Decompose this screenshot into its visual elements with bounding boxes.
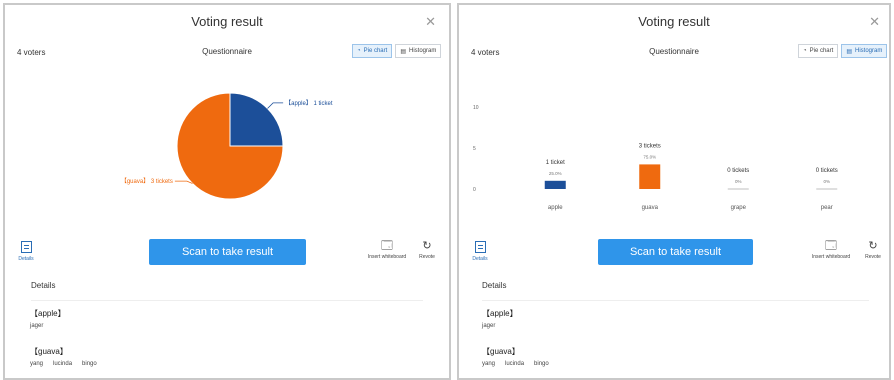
bar-apple: [544, 180, 566, 189]
histogram-chart: 10 5 0 1 ticket 25.0% apple 3 tickets 75.0% guav…: [473, 105, 838, 211]
refresh-icon: ↻: [868, 240, 878, 252]
scan-to-take-result-button[interactable]: Scan to take result: [149, 239, 306, 265]
pie-leader-line-apple: [267, 102, 284, 109]
voter-name: lucinda: [505, 361, 525, 367]
x-tick-label: guava: [642, 205, 659, 211]
voter-names-guava: yang lucinda bingo: [482, 361, 549, 367]
details-header: Details: [482, 281, 507, 290]
y-tick-label: 10: [473, 105, 479, 111]
voter-name: yang: [30, 361, 44, 367]
voter-name: bingo: [534, 361, 549, 367]
pie-slice-label-apple: 【apple】 1 ticket: [285, 100, 333, 107]
details-label: Details: [18, 256, 34, 262]
voter-names-apple: jager: [30, 323, 43, 329]
insert-whiteboard-button[interactable]: 🗔 Insert whiteboard: [808, 239, 854, 260]
bar-guava: [639, 164, 661, 189]
details-button[interactable]: Details: [17, 241, 35, 262]
x-tick-label: grape: [731, 205, 747, 211]
details-divider: [31, 300, 423, 301]
voter-name: lucinda: [53, 361, 73, 367]
revote-button[interactable]: ↻ Revote: [861, 239, 885, 260]
bar-percent-label: 75.0%: [643, 154, 656, 159]
option-label-apple: 【apple】: [482, 309, 518, 318]
x-tick-label: pear: [821, 205, 833, 211]
bar-value-label: 1 ticket: [546, 160, 565, 166]
voter-name: jager: [482, 323, 496, 329]
details-icon: [20, 241, 32, 253]
revote-button[interactable]: ↻ Revote: [415, 239, 439, 260]
voting-result-panel-histogram: Voting result ✕ 4 voters Questionnaire ◔…: [457, 3, 891, 380]
revote-label: Revote: [419, 254, 435, 260]
bar-percent-label: 25.0%: [549, 171, 562, 176]
whiteboard-icon: 🗔: [381, 240, 393, 252]
voter-name: bingo: [82, 361, 97, 367]
scan-to-take-result-button[interactable]: Scan to take result: [598, 239, 753, 265]
voter-name: yang: [482, 361, 496, 367]
bar-percent-label: 0%: [735, 179, 742, 184]
details-header: Details: [31, 281, 56, 290]
y-tick-label: 0: [473, 187, 476, 193]
refresh-icon: ↻: [422, 240, 432, 252]
details-button[interactable]: Details: [471, 241, 489, 262]
voter-names-apple: jager: [482, 323, 495, 329]
details-divider: [482, 300, 869, 301]
voting-result-panel-pie: Voting result ✕ 4 voters Questionnaire ◔…: [3, 3, 451, 380]
voter-names-guava: yang lucinda bingo: [30, 361, 97, 367]
option-label-guava: 【guava】: [30, 347, 68, 356]
bar-value-label: 3 tickets: [639, 143, 661, 149]
pie-slice-apple: [229, 92, 284, 147]
pie-chart: 【apple】 1 ticket 【guava】 3 tickets: [121, 92, 333, 200]
details-icon: [474, 241, 486, 253]
bar-value-label: 0 tickets: [816, 168, 838, 174]
whiteboard-icon: 🗔: [825, 240, 837, 252]
y-tick-label: 5: [473, 146, 476, 152]
revote-label: Revote: [865, 254, 881, 260]
x-tick-label: apple: [548, 205, 563, 211]
option-label-apple: 【apple】: [30, 309, 66, 318]
insert-whiteboard-button[interactable]: 🗔 Insert whiteboard: [364, 239, 410, 260]
option-label-guava: 【guava】: [482, 347, 520, 356]
bar-value-label: 0 tickets: [727, 168, 749, 174]
voter-name: jager: [30, 323, 44, 329]
pie-slice-label-guava: 【guava】 3 tickets: [121, 178, 173, 185]
insert-whiteboard-label: Insert whiteboard: [367, 254, 407, 260]
pie-leader-line-guava: [174, 180, 193, 184]
details-label: Details: [472, 256, 488, 262]
bar-percent-label: 0%: [823, 179, 830, 184]
insert-whiteboard-label: Insert whiteboard: [811, 254, 851, 260]
